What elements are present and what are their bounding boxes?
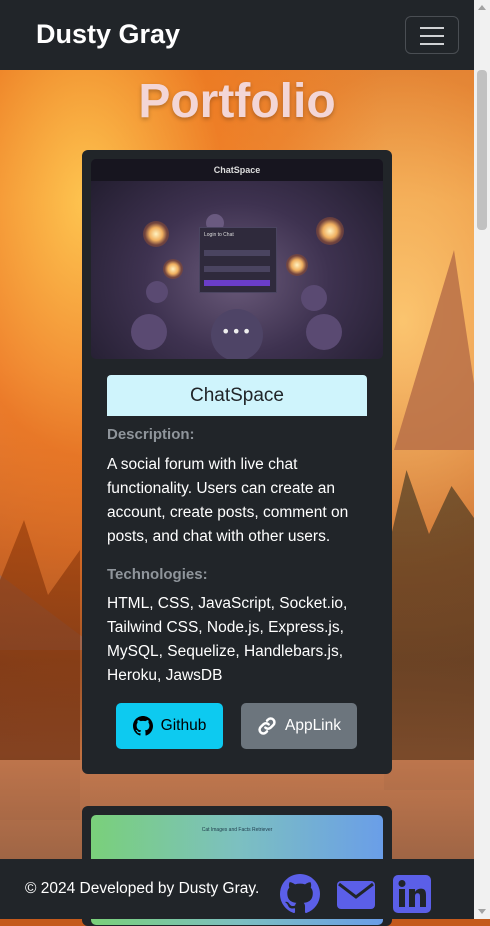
candle-glow — [316, 217, 344, 245]
email-link[interactable] — [336, 879, 376, 915]
decor-orb — [301, 285, 327, 311]
candle-glow — [143, 221, 169, 247]
footer: © 2024 Developed by Dusty Gray. — [0, 859, 474, 919]
description-label: Description: — [107, 426, 195, 443]
candle-glow — [163, 259, 183, 279]
applink-button[interactable]: AppLink — [241, 703, 357, 749]
navbar: Dusty Gray — [0, 0, 474, 70]
scrollbar-thumb[interactable] — [477, 70, 487, 230]
scrollbar[interactable] — [474, 0, 490, 919]
github-link[interactable] — [280, 874, 320, 918]
menu-toggle-button[interactable] — [405, 16, 459, 54]
project-screenshot: ChatSpace Login to Chat — [91, 159, 383, 359]
technologies-label: Technologies: — [107, 566, 208, 583]
github-icon — [280, 874, 320, 914]
navbar-brand[interactable]: Dusty Gray — [36, 19, 180, 50]
screenshot-header: ChatSpace — [91, 159, 383, 181]
login-form-preview: Login to Chat — [199, 227, 277, 293]
chat-bubble-icon — [211, 309, 263, 359]
github-button[interactable]: Github — [116, 703, 223, 749]
decor-orb — [146, 281, 168, 303]
github-icon — [132, 716, 153, 736]
background-mountain — [394, 250, 474, 450]
login-field — [204, 250, 270, 256]
project-title: ChatSpace — [107, 375, 367, 416]
page-title: Portfolio — [138, 75, 336, 128]
decor-orb — [306, 314, 342, 350]
decor-orb — [131, 314, 167, 350]
login-button-preview — [204, 280, 270, 286]
hamburger-icon — [420, 35, 444, 37]
applink-button-label: AppLink — [284, 717, 341, 734]
github-button-label: Github — [160, 717, 207, 734]
linkedin-icon — [393, 875, 431, 913]
scroll-up-arrow-icon[interactable] — [478, 5, 486, 10]
hamburger-icon — [420, 43, 444, 45]
email-icon — [337, 881, 375, 909]
login-field — [204, 266, 270, 272]
hamburger-icon — [420, 27, 444, 29]
linkedin-link[interactable] — [393, 875, 431, 917]
scroll-down-arrow-icon[interactable] — [478, 909, 486, 914]
footer-copyright: © 2024 Developed by Dusty Gray. — [25, 880, 260, 897]
screenshot-header: Cat Images and Facts Retriever — [201, 827, 273, 833]
project-technologies: HTML, CSS, JavaScript, Socket.io, Tailwi… — [107, 595, 348, 684]
project-description: A social forum with live chat functional… — [107, 456, 349, 545]
link-icon — [258, 717, 276, 735]
background-trees — [384, 470, 474, 790]
candle-glow — [286, 254, 308, 276]
login-title: Login to Chat — [204, 232, 234, 238]
